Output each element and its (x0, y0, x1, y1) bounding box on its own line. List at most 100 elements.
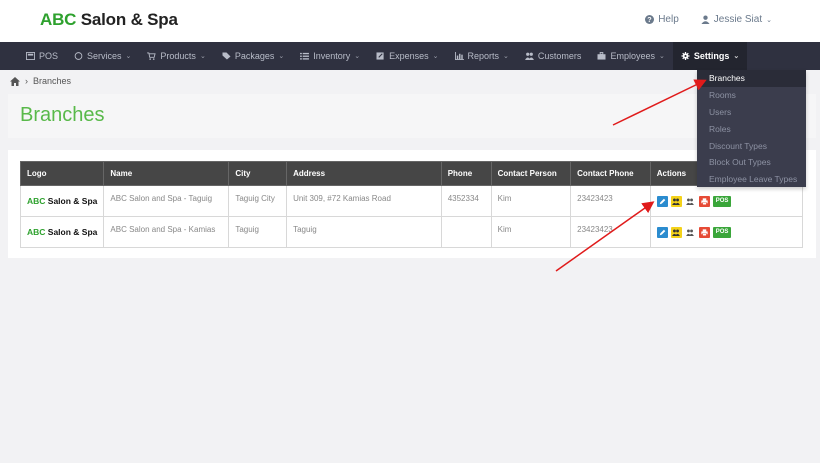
user-icon (701, 15, 710, 24)
branch-logo-cell: ABC Salon & Spa (19, 216, 105, 248)
nav-item-pos[interactable]: POS (18, 42, 66, 70)
tag-icon (222, 52, 231, 60)
column-header[interactable]: Contact Phone (570, 161, 651, 186)
column-header[interactable]: Contact Person (490, 161, 572, 186)
pos-button[interactable]: POS (712, 226, 732, 238)
employees-button[interactable] (670, 195, 682, 207)
users-icon (672, 198, 681, 205)
users-icon (524, 52, 534, 60)
printer-icon (701, 197, 708, 205)
question-circle-icon: ? (645, 15, 655, 24)
breadcrumb: › Branches (10, 76, 71, 86)
menu-item-employee-leave-types[interactable]: Employee Leave Types (697, 171, 806, 188)
branch-name: ABC Salon and Spa - Taguig (103, 185, 230, 217)
menu-item-branches[interactable]: Branches (697, 70, 806, 87)
branch-logo-cell: ABC Salon & Spa (19, 185, 105, 217)
svg-text:?: ? (647, 15, 651, 24)
nav-item-services[interactable]: Services ⌄ (66, 42, 139, 70)
customers-button[interactable] (685, 196, 696, 207)
chevron-down-icon: ⌄ (658, 53, 665, 60)
menu-item-users[interactable]: Users (697, 104, 806, 121)
menu-item-discount-types[interactable]: Discount Types (697, 137, 806, 154)
top-header: ABC Salon & Spa ? Help Jessie Siat ⌄ (0, 0, 820, 42)
chevron-down-icon: ⌄ (766, 16, 772, 24)
table-header-row: Logo Name City Address Phone Contact Per… (19, 161, 804, 186)
customers-button[interactable] (685, 227, 696, 238)
list-icon (300, 52, 310, 60)
branches-card: Logo Name City Address Phone Contact Per… (8, 150, 816, 258)
nav-item-expenses[interactable]: Expenses ⌄ (368, 42, 446, 70)
menu-item-block-out-types[interactable]: Block Out Types (697, 154, 806, 171)
branch-phone (440, 216, 492, 248)
chevron-down-icon: ⌄ (199, 53, 206, 60)
branch-contact-phone: 23423423 (570, 185, 651, 217)
column-header[interactable]: Address (286, 161, 442, 186)
settings-dropdown: Branches Rooms Users Roles Discount Type… (697, 70, 806, 187)
branch-name: ABC Salon and Spa - Kamias (103, 216, 230, 248)
printer-icon (701, 228, 708, 236)
chevron-down-icon: ⌄ (125, 53, 132, 60)
chevron-down-icon: ⌄ (503, 53, 509, 60)
table-row: ABC Salon & Spa ABC Salon and Spa - Tagu… (19, 185, 804, 217)
home-icon[interactable] (10, 76, 20, 86)
cart-icon (147, 52, 157, 60)
edit-button[interactable] (656, 226, 668, 238)
chevron-down-icon: ⌄ (354, 53, 361, 60)
breadcrumb-current: Branches (33, 76, 72, 86)
column-header[interactable]: City (228, 161, 288, 186)
column-header[interactable]: Phone (440, 161, 492, 186)
chevron-down-icon: ⌄ (432, 53, 439, 60)
app-logo[interactable]: ABC Salon & Spa (40, 10, 178, 30)
branch-city: Taguig (228, 216, 288, 248)
menu-item-rooms[interactable]: Rooms (697, 87, 806, 104)
page-title: Branches (20, 104, 105, 126)
nav-item-reports[interactable]: Reports ⌄ (447, 42, 517, 70)
branch-contact-phone: 23423423 (570, 216, 651, 248)
column-header[interactable]: Name (103, 161, 230, 186)
users-icon (686, 198, 695, 205)
menu-item-roles[interactable]: Roles (697, 120, 806, 137)
print-button[interactable] (698, 226, 710, 238)
branch-address: Unit 309, #72 Kamias Road (286, 185, 442, 217)
help-link[interactable]: ? Help (645, 14, 679, 25)
branch-actions: POS (649, 216, 804, 248)
pencil-icon (659, 229, 666, 235)
page-title-bar: Branches (8, 94, 816, 138)
branch-logo: ABC Salon & Spa (27, 196, 98, 206)
pencil-icon (659, 198, 666, 204)
branch-logo: ABC Salon & Spa (27, 227, 98, 237)
branch-contact-person: Kim (490, 185, 572, 217)
chevron-down-icon: ⌄ (278, 53, 285, 60)
nav-item-inventory[interactable]: Inventory ⌄ (292, 42, 368, 70)
branch-city: Taguig City (228, 185, 288, 217)
breadcrumb-separator: › (25, 76, 28, 86)
users-icon (672, 229, 681, 236)
nav-item-customers[interactable]: Customers (517, 42, 590, 70)
branch-contact-person: Kim (490, 216, 572, 248)
column-header[interactable]: Logo (19, 161, 105, 186)
services-icon (74, 52, 83, 60)
branches-table: Logo Name City Address Phone Contact Per… (19, 161, 804, 248)
chevron-down-icon: ⌄ (733, 53, 740, 60)
pos-icon (26, 52, 35, 60)
print-button[interactable] (698, 195, 710, 207)
gear-icon (681, 52, 690, 60)
pos-button[interactable]: POS (712, 195, 732, 207)
users-icon (686, 229, 695, 236)
nav-item-products[interactable]: Products ⌄ (139, 42, 213, 70)
nav-item-settings[interactable]: Settings ⌄ (672, 42, 748, 70)
edit-button[interactable] (656, 195, 668, 207)
table-row: ABC Salon & Spa ABC Salon and Spa - Kami… (19, 216, 804, 248)
nav-item-packages[interactable]: Packages ⌄ (214, 42, 292, 70)
edit-icon (376, 52, 384, 60)
branch-actions: POS (649, 185, 804, 217)
employees-button[interactable] (670, 226, 682, 238)
header-links: ? Help Jessie Siat ⌄ (645, 14, 772, 25)
nav-item-employees[interactable]: Employees ⌄ (589, 42, 672, 70)
main-nav: POS Services ⌄ Products ⌄ Packages ⌄ Invent… (0, 42, 820, 70)
chart-icon (454, 52, 464, 60)
branch-address: Taguig (286, 216, 442, 248)
branch-phone: 4352334 (440, 185, 492, 217)
user-menu[interactable]: Jessie Siat ⌄ (701, 14, 772, 25)
briefcase-icon (597, 52, 606, 60)
